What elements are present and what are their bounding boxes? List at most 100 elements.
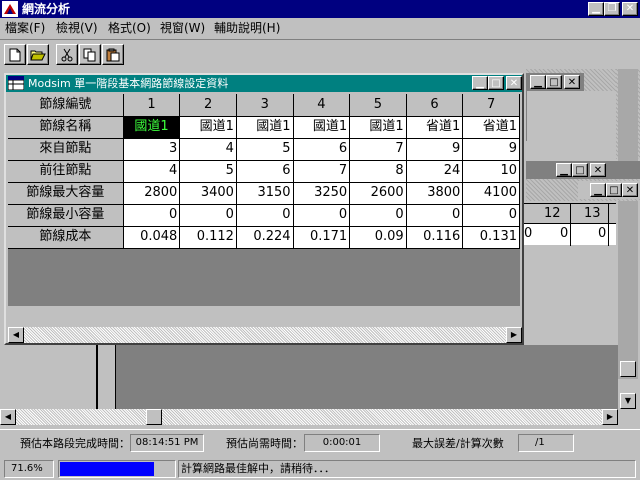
table-row: 節線最小容量 0 0 0 0 0 0 0 — [8, 204, 520, 227]
table-cell[interactable]: 2800 — [123, 182, 181, 205]
table-cell[interactable]: 0 — [179, 204, 237, 227]
table-cell[interactable]: 0 — [349, 204, 407, 227]
table-cell[interactable]: 9 — [406, 138, 464, 161]
table-cell[interactable]: 5 — [179, 160, 237, 183]
bg-minimize-button[interactable]: ▁ — [530, 75, 546, 89]
table-cell[interactable]: 省道1 — [462, 116, 520, 139]
close-button[interactable]: ✕ — [622, 2, 638, 16]
minimize-icon: ▁ — [476, 77, 484, 89]
table-row: 節線名稱 國道1 國道1 國道1 國道1 國道1 省道1 省道1 — [8, 116, 520, 139]
table-cell[interactable]: 0.09 — [349, 226, 407, 249]
table-cell[interactable]: 3400 — [179, 182, 237, 205]
table-cell[interactable]: 2600 — [349, 182, 407, 205]
menu-file[interactable]: 檔案(F) — [5, 21, 45, 35]
table-cell[interactable]: 10 — [462, 160, 520, 183]
minimize-button[interactable]: ▁ — [588, 2, 604, 16]
bg-hscroll[interactable] — [0, 409, 618, 425]
table-row: 節線編號 1 2 3 4 5 6 7 — [8, 94, 520, 117]
column-header[interactable]: 6 — [406, 94, 464, 117]
bg-vscroll[interactable] — [618, 69, 638, 379]
restore-icon: ❐ — [607, 3, 617, 14]
column-header[interactable]: 3 — [236, 94, 294, 117]
bg-grid-cell: 0 — [524, 226, 533, 241]
table-cell[interactable]: 3250 — [293, 182, 351, 205]
row-header: 節線最大容量 — [8, 182, 124, 205]
open-button[interactable] — [27, 44, 49, 65]
menu-format[interactable]: 格式(O) — [108, 21, 151, 35]
table-cell[interactable]: 9 — [462, 138, 520, 161]
bg2-maximize-button[interactable]: □ — [572, 163, 588, 177]
table-cell[interactable]: 3800 — [406, 182, 464, 205]
table-cell[interactable]: 0 — [462, 204, 520, 227]
est-finish-label: 預估本路段完成時間： — [20, 437, 130, 450]
table-cell[interactable]: 0.116 — [406, 226, 464, 249]
table-cell[interactable]: 0.048 — [123, 226, 181, 249]
data-grid: 節線編號 1 2 3 4 5 6 7 節線名稱 國道1 國道1 國道1 國道1 國道1 省道1 省道1 來自節點… — [8, 94, 520, 306]
paste-button[interactable] — [102, 44, 124, 65]
table-cell[interactable]: 7 — [293, 160, 351, 183]
scroll-right-button[interactable]: ▶ — [602, 409, 618, 425]
table-cell[interactable]: 省道1 — [406, 116, 464, 139]
grid-hscroll[interactable] — [8, 327, 522, 343]
scroll-thumb[interactable] — [146, 409, 162, 425]
table-cell[interactable]: 國道1 — [293, 116, 351, 139]
table-cell[interactable]: 0.171 — [293, 226, 351, 249]
table-cell[interactable]: 0.224 — [236, 226, 294, 249]
table-cell[interactable]: 4 — [179, 138, 237, 161]
window-close-button[interactable]: ✕ — [506, 76, 522, 90]
bg2-close-button[interactable]: ✕ — [590, 163, 606, 177]
bg3-maximize-button[interactable]: □ — [606, 183, 622, 197]
column-header[interactable]: 7 — [462, 94, 520, 117]
table-cell[interactable]: 6 — [236, 160, 294, 183]
table-cell[interactable]: 0 — [123, 204, 181, 227]
bg-maximize-button[interactable]: □ — [546, 75, 562, 89]
table-cell[interactable]: 0.112 — [179, 226, 237, 249]
selected-cell[interactable]: 國道1 — [123, 116, 181, 139]
bg-close-button[interactable]: ✕ — [564, 75, 580, 89]
menu-view[interactable]: 檢視(V) — [56, 21, 98, 35]
table-cell[interactable]: 6 — [293, 138, 351, 161]
table-cell[interactable]: 5 — [236, 138, 294, 161]
window-titlebar: Modsim 單一階段基本網路節線設定資料 ▁ □ ✕ — [6, 75, 522, 92]
table-cell[interactable]: 3150 — [236, 182, 294, 205]
column-header[interactable]: 2 — [179, 94, 237, 117]
column-header[interactable]: 4 — [293, 94, 351, 117]
new-file-button[interactable] — [4, 44, 26, 65]
table-cell[interactable]: 3 — [123, 138, 181, 161]
menu-window[interactable]: 視窗(W) — [160, 21, 205, 35]
scroll-down-button[interactable]: ▼ — [620, 393, 636, 409]
table-cell[interactable]: 國道1 — [236, 116, 294, 139]
table-cell[interactable]: 國道1 — [179, 116, 237, 139]
table-cell[interactable]: 0.131 — [462, 226, 520, 249]
restore-button[interactable]: ❐ — [604, 2, 620, 16]
table-cell[interactable]: 8 — [349, 160, 407, 183]
bg2-minimize-button[interactable]: ▁ — [556, 163, 572, 177]
column-header[interactable]: 5 — [349, 94, 407, 117]
scroll-thumb-v[interactable] — [620, 361, 636, 377]
grid-scroll-left-button[interactable]: ◀ — [8, 327, 24, 343]
grid-scroll-right-button[interactable]: ▶ — [506, 327, 522, 343]
table-cell[interactable]: 0 — [406, 204, 464, 227]
mdi-workspace: ▁ □ ✕ ▁ □ ✕ ▁ □ ✕ 12 13 0 0 0 ◀ ▶ ▼ Mods… — [0, 67, 640, 429]
table-cell[interactable]: 0 — [293, 204, 351, 227]
table-cell[interactable]: 4100 — [462, 182, 520, 205]
column-header[interactable]: 1 — [123, 94, 181, 117]
bg3-close-button[interactable]: ✕ — [622, 183, 638, 197]
est-remaining-value: 0:00:01 — [304, 434, 380, 452]
bg3-minimize-button[interactable]: ▁ — [590, 183, 606, 197]
table-cell[interactable]: 國道1 — [349, 116, 407, 139]
bg-window3-titlebar: ▁ □ ✕ — [578, 181, 640, 199]
table-cell[interactable]: 0 — [236, 204, 294, 227]
copy-button[interactable] — [79, 44, 101, 65]
row-header: 來自節點 — [8, 138, 124, 161]
menu-help[interactable]: 輔助說明(H) — [214, 21, 280, 35]
arrow-down-icon: ▼ — [624, 396, 632, 405]
window-minimize-button[interactable]: ▁ — [472, 76, 488, 90]
open-folder-icon — [30, 50, 46, 60]
table-cell[interactable]: 4 — [123, 160, 181, 183]
cut-button[interactable] — [56, 44, 78, 65]
table-cell[interactable]: 7 — [349, 138, 407, 161]
window-maximize-button[interactable]: □ — [488, 76, 504, 90]
scroll-left-button[interactable]: ◀ — [0, 409, 16, 425]
table-cell[interactable]: 24 — [406, 160, 464, 183]
